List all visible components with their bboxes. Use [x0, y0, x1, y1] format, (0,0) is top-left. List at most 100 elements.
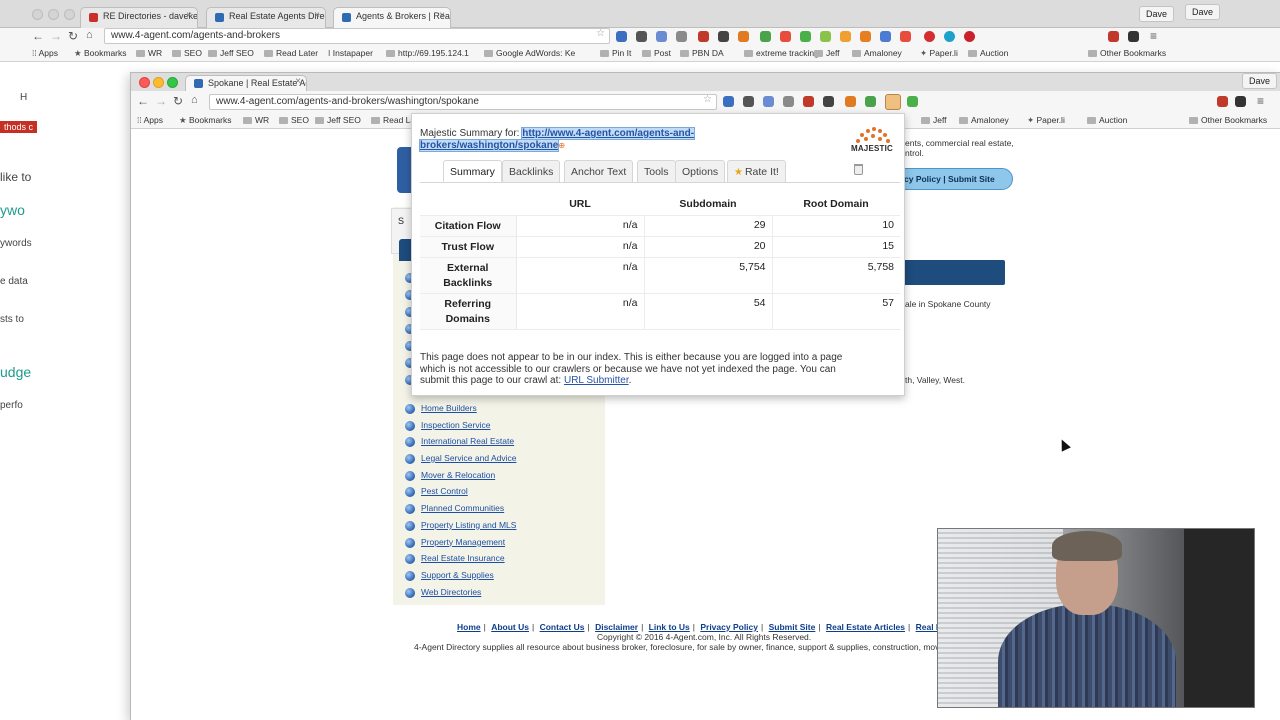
tab-anchor-text[interactable]: Anchor Text [564, 160, 634, 182]
bookmark-item[interactable]: WR [243, 115, 269, 125]
forward-arrow-icon[interactable]: → [155, 94, 167, 108]
extension-icon[interactable] [845, 96, 856, 107]
bookmark-item[interactable]: extreme tracking [744, 48, 819, 58]
back-tab-1[interactable]: Real Estate Agents Directo × [206, 7, 326, 28]
bookmark-apps[interactable]: ⁞⁞ Apps [32, 48, 58, 58]
home-icon[interactable]: ⌂ [191, 94, 198, 106]
footer-link-privacy[interactable]: Privacy Policy [700, 622, 758, 632]
bookmark-item[interactable]: Pin It [600, 48, 631, 58]
extension-icon[interactable] [763, 96, 774, 107]
category-link[interactable]: Property Management [421, 537, 505, 547]
category-link[interactable]: Web Directories [421, 587, 481, 597]
list-item[interactable]: Property Listing and MLS [405, 520, 516, 537]
bookmark-item[interactable]: Other Bookmarks [1088, 48, 1166, 58]
footer-link-submit-site[interactable]: Submit Site [769, 622, 816, 632]
extension-icon[interactable] [656, 31, 667, 42]
minimize-window-dot[interactable] [48, 9, 59, 20]
extension-icon[interactable] [800, 31, 811, 42]
footer-link-disclaimer[interactable]: Disclaimer [595, 622, 638, 632]
footer-link-about[interactable]: About Us [491, 622, 529, 632]
zoom-window-dot[interactable] [167, 77, 178, 88]
extension-icon[interactable] [676, 31, 687, 42]
opera-icon[interactable] [924, 31, 935, 42]
footer-link-articles[interactable]: Real Estate Articles [826, 622, 905, 632]
bookmark-item[interactable]: Amaloney [852, 48, 902, 58]
extension-icon[interactable] [880, 31, 891, 42]
extension-icon[interactable] [907, 96, 918, 107]
extension-icon[interactable] [1217, 96, 1228, 107]
bookmark-item[interactable]: Jeff SEO [208, 48, 254, 58]
list-item[interactable]: Real Estate Insurance [405, 553, 516, 570]
category-link[interactable]: Planned Communities [421, 503, 504, 513]
extension-icon[interactable] [1108, 31, 1119, 42]
tab-close-icon[interactable]: × [314, 10, 320, 21]
reload-icon[interactable]: ↻ [68, 29, 78, 43]
list-item[interactable]: Inspection Service [405, 420, 516, 437]
front-tab-0[interactable]: Spokane | Real Estate Age × [185, 75, 307, 91]
list-item[interactable]: Pest Control [405, 486, 516, 503]
back-arrow-icon[interactable]: ← [137, 94, 149, 108]
minimize-window-dot[interactable] [153, 77, 164, 88]
reload-icon[interactable]: ↻ [173, 94, 183, 108]
category-link[interactable]: Home Builders [421, 403, 477, 413]
extension-icon[interactable] [743, 96, 754, 107]
back-tab-2[interactable]: Agents & Brokers | Real Es × [333, 7, 451, 28]
tab-summary[interactable]: Summary [443, 160, 502, 182]
profile-button[interactable]: Dave [1184, 4, 1220, 20]
bookmark-item[interactable]: I Instapaper [328, 48, 373, 58]
bookmark-item[interactable]: PBN DA [680, 48, 724, 58]
extension-icon[interactable] [944, 31, 955, 42]
list-item[interactable]: International Real Estate [405, 436, 516, 453]
category-link[interactable]: Mover & Relocation [421, 470, 495, 480]
bookmark-apps[interactable]: ⁞⁞ Apps [137, 115, 163, 125]
bookmark-item[interactable]: Jeff [814, 48, 840, 58]
category-link[interactable]: Real Estate Insurance [421, 553, 505, 563]
tab-tools[interactable]: Tools [637, 160, 676, 182]
menu-icon[interactable]: ≡ [1150, 29, 1157, 43]
submit-site-button[interactable]: cy Policy | Submit Site [893, 168, 1013, 190]
bookmark-item[interactable]: Auction [968, 48, 1008, 58]
footer-link-contact[interactable]: Contact Us [540, 622, 585, 632]
list-item[interactable]: Legal Service and Advice [405, 453, 516, 470]
extension-icon[interactable] [616, 31, 627, 42]
zoom-window-dot[interactable] [64, 9, 75, 20]
tab-close-icon[interactable]: × [439, 10, 445, 21]
extension-icon[interactable] [823, 96, 834, 107]
extension-icon[interactable] [900, 31, 911, 42]
tab-close-icon[interactable]: × [186, 10, 192, 21]
list-item[interactable]: Support & Supplies [405, 570, 516, 587]
popup-url-link[interactable]: http://www.4-agent.com/agents-and- [521, 127, 696, 140]
extension-icon[interactable] [780, 31, 791, 42]
extension-icon[interactable] [783, 96, 794, 107]
extension-icon[interactable] [723, 96, 734, 107]
tab-backlinks[interactable]: Backlinks [502, 160, 561, 182]
back-address-bar[interactable]: www.4-agent.com/agents-and-brokers ☆ [104, 28, 610, 44]
bookmark-item[interactable]: ★ Bookmarks [179, 115, 232, 126]
bookmark-item[interactable]: Post [642, 48, 671, 58]
profile-button[interactable]: Dave [1241, 73, 1277, 89]
tab-rate-it[interactable]: ★ Rate It! [727, 160, 786, 182]
bookmark-item[interactable]: Read Later [264, 48, 318, 58]
category-link[interactable]: Property Listing and MLS [421, 520, 516, 530]
popup-url-link[interactable]: brokers/washington/spokane [418, 139, 560, 152]
trash-icon[interactable] [854, 164, 863, 175]
profile-button[interactable]: Dave [1138, 6, 1174, 22]
list-item[interactable]: Web Directories [405, 587, 516, 604]
bookmark-item[interactable]: WR [136, 48, 162, 58]
close-window-dot[interactable] [139, 77, 150, 88]
menu-icon[interactable]: ≡ [1257, 94, 1264, 108]
category-link[interactable]: Support & Supplies [421, 570, 494, 580]
bookmark-item[interactable]: ✦ Paper.li [1027, 115, 1065, 126]
extension-icon[interactable] [1235, 96, 1246, 107]
extension-icon[interactable] [760, 31, 771, 42]
front-address-bar[interactable]: www.4-agent.com/agents-and-brokers/washi… [209, 94, 717, 110]
category-link[interactable]: Legal Service and Advice [421, 453, 516, 463]
home-icon[interactable]: ⌂ [86, 29, 93, 41]
bookmark-item[interactable]: Auction [1087, 115, 1127, 125]
extension-icon[interactable] [820, 31, 831, 42]
bookmark-item[interactable]: Jeff SEO [315, 115, 361, 125]
list-item[interactable]: Mover & Relocation [405, 470, 516, 487]
url-submitter-link[interactable]: URL Submitter [564, 375, 629, 386]
pinterest-icon[interactable] [964, 31, 975, 42]
external-link-icon[interactable]: ⊕ [558, 141, 565, 150]
